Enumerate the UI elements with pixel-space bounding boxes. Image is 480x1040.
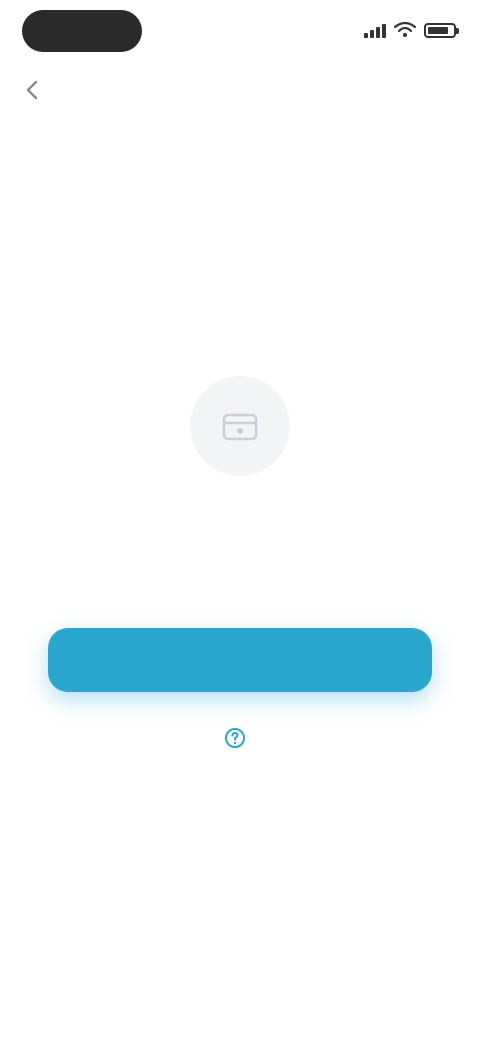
empty-state bbox=[0, 360, 480, 516]
back-button[interactable] bbox=[18, 76, 50, 104]
status-bar bbox=[0, 0, 480, 60]
primary-action-button[interactable] bbox=[48, 628, 432, 692]
help-icon bbox=[225, 728, 245, 748]
battery-icon bbox=[424, 22, 459, 38]
status-icons bbox=[364, 18, 459, 42]
secondary-link[interactable] bbox=[0, 722, 480, 754]
chevron-left-icon bbox=[26, 80, 38, 100]
navigation-bar bbox=[0, 62, 480, 118]
wifi-icon bbox=[394, 22, 416, 38]
status-time bbox=[22, 10, 142, 52]
empty-state-icon bbox=[190, 376, 290, 476]
signal-icon bbox=[364, 22, 386, 38]
app-screen bbox=[0, 0, 480, 1040]
